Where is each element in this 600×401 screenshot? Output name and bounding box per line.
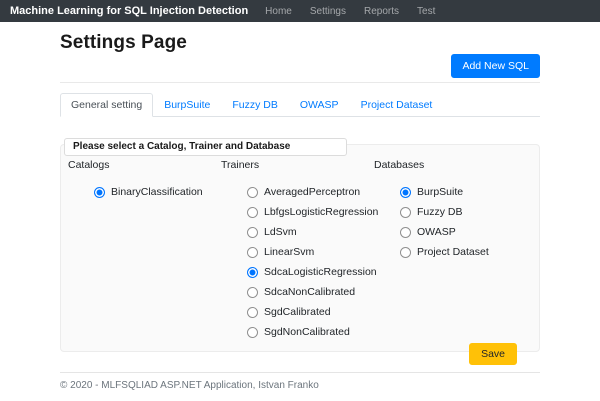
trainers-header: Trainers — [221, 159, 260, 172]
group-trainers: Trainers AveragedPerceptron LbfgsLogisti… — [221, 159, 378, 342]
radio-icon[interactable] — [247, 326, 258, 338]
trainer-option[interactable]: LinearSvm — [221, 242, 374, 262]
trainer-option[interactable]: SdcaNonCalibrated — [221, 282, 374, 302]
navbar-brand[interactable]: Machine Learning for SQL Injection Detec… — [10, 5, 248, 17]
trainer-option-label[interactable]: SgdNonCalibrated — [264, 326, 350, 338]
tab[interactable]: General setting — [60, 93, 154, 118]
main-container: Settings Page Add New SQL General settin… — [54, 32, 546, 391]
radio-icon[interactable] — [247, 266, 258, 278]
trainer-option[interactable]: SgdNonCalibrated — [221, 322, 374, 342]
catalog-option[interactable]: BinaryClassification — [68, 182, 221, 202]
header-divider — [60, 82, 540, 84]
navbar-link[interactable]: Reports — [355, 6, 408, 17]
radio-icon[interactable] — [94, 186, 105, 198]
radio-icon[interactable] — [247, 246, 258, 258]
navbar-link[interactable]: Home — [256, 6, 301, 17]
panel-legend: Please select a Catalog, Trainer and Dat… — [64, 138, 347, 157]
footer: © 2020 - MLFSQLIAD ASP.NET Application, … — [60, 372, 540, 391]
trainer-option-label[interactable]: LbfgsLogisticRegression — [264, 206, 378, 218]
trainer-option[interactable]: LdSvm — [221, 222, 374, 242]
footer-text: © 2020 - MLFSQLIAD ASP.NET Application, … — [60, 380, 319, 392]
top-navbar: Machine Learning for SQL Injection Detec… — [0, 0, 600, 22]
radio-icon[interactable] — [400, 206, 411, 218]
catalogs-options: BinaryClassification — [68, 182, 221, 202]
database-option[interactable]: OWASP — [374, 222, 532, 242]
radio-icon[interactable] — [247, 226, 258, 238]
page-title: Settings Page — [60, 32, 187, 53]
database-option[interactable]: Fuzzy DB — [374, 202, 532, 222]
database-option[interactable]: Project Dataset — [374, 242, 532, 262]
navbar-links: Home Settings Reports Test — [256, 6, 444, 17]
database-option-label[interactable]: OWASP — [417, 226, 456, 238]
tab[interactable]: Fuzzy DB — [221, 93, 289, 117]
group-databases: Databases BurpSuite Fuzzy DB OWASP Proje… — [374, 159, 532, 342]
tab[interactable]: OWASP — [289, 93, 350, 117]
tab[interactable]: BurpSuite — [153, 93, 221, 117]
save-button-row: Save — [68, 343, 532, 366]
navbar-link[interactable]: Test — [408, 6, 444, 17]
trainer-option-label[interactable]: SgdCalibrated — [264, 306, 331, 318]
trainer-option-label[interactable]: SdcaNonCalibrated — [264, 286, 355, 298]
trainer-option[interactable]: SgdCalibrated — [221, 302, 374, 322]
trainer-option-label[interactable]: LdSvm — [264, 226, 297, 238]
trainer-option-label[interactable]: AveragedPerceptron — [264, 186, 360, 198]
save-button[interactable]: Save — [469, 343, 517, 366]
trainer-option-label[interactable]: LinearSvm — [264, 246, 314, 258]
radio-icon[interactable] — [247, 186, 258, 198]
radio-icon[interactable] — [247, 206, 258, 218]
databases-header: Databases — [374, 159, 425, 172]
navbar-link[interactable]: Settings — [301, 6, 355, 17]
tab[interactable]: Project Dataset — [350, 93, 444, 117]
radio-icon[interactable] — [400, 226, 411, 238]
trainers-options: AveragedPerceptron LbfgsLogisticRegressi… — [221, 182, 378, 342]
databases-options: BurpSuite Fuzzy DB OWASP Project Dataset — [374, 182, 532, 262]
trainer-option-label[interactable]: SdcaLogisticRegression — [264, 266, 377, 278]
option-groups: Catalogs BinaryClassification Trainers A… — [68, 159, 532, 342]
trainer-option[interactable]: LbfgsLogisticRegression — [221, 202, 378, 222]
radio-icon[interactable] — [247, 306, 258, 318]
trainer-option[interactable]: SdcaLogisticRegression — [221, 262, 377, 282]
add-new-sql-button[interactable]: Add New SQL — [451, 54, 540, 79]
trainer-option[interactable]: AveragedPerceptron — [221, 182, 374, 202]
database-option[interactable]: BurpSuite — [374, 182, 532, 202]
settings-tabs: General setting BurpSuite Fuzzy DB OWASP Pro… — [60, 92, 540, 118]
catalogs-header: Catalogs — [68, 159, 110, 172]
add-button-row: Add New SQL — [60, 54, 540, 79]
catalog-option-label[interactable]: BinaryClassification — [111, 186, 203, 198]
radio-icon[interactable] — [247, 286, 258, 298]
database-option-label[interactable]: Fuzzy DB — [417, 206, 463, 218]
radio-icon[interactable] — [400, 246, 411, 258]
radio-icon[interactable] — [400, 186, 411, 198]
database-option-label[interactable]: Project Dataset — [417, 246, 489, 258]
group-catalogs: Catalogs BinaryClassification — [68, 159, 221, 342]
database-option-label[interactable]: BurpSuite — [417, 186, 463, 198]
selection-panel: Please select a Catalog, Trainer and Dat… — [60, 138, 540, 366]
